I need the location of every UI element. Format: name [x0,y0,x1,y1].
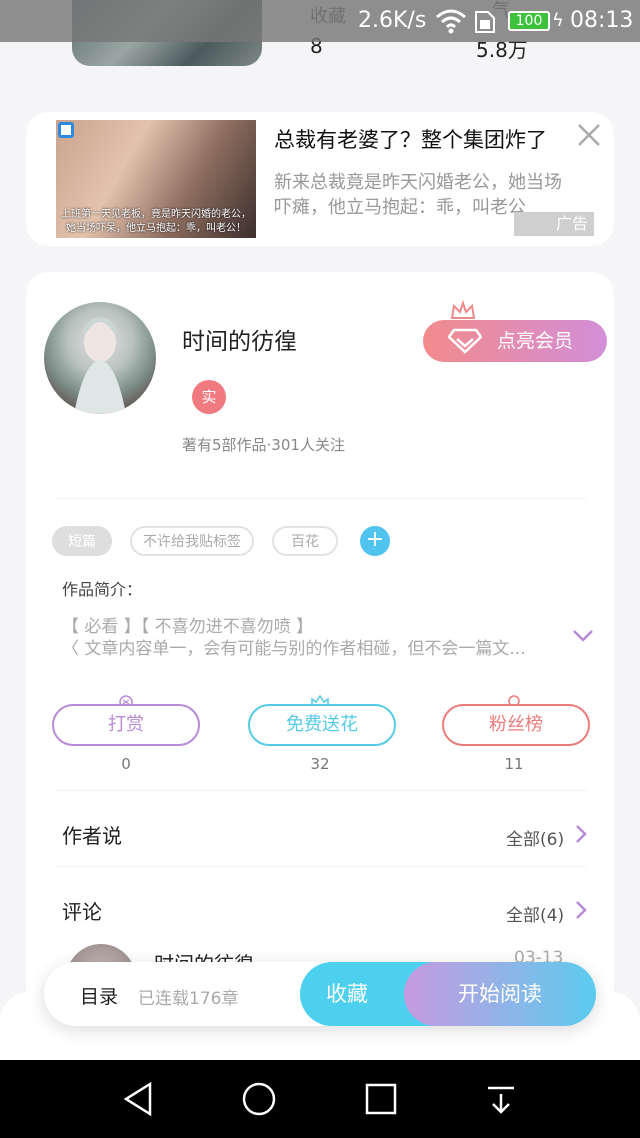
ad-source-icon [58,122,74,138]
verified-badge: 实 [192,380,226,414]
bottom-action-bar: 目录 已连载176章 收藏 开始阅读 [44,962,596,1026]
tag-no-labels[interactable]: 不许给我贴标签 [130,526,254,556]
crown-icon [450,300,476,319]
author-avatar[interactable] [44,302,156,414]
clock: 08:13 [570,8,634,33]
intro-label: 作品简介： [62,580,143,599]
chevron-right-icon[interactable] [574,824,588,844]
add-tag-button[interactable]: + [360,526,390,556]
status-bar: 2.6K/s 100 ϟ 08:13 [0,0,640,42]
ad-image-caption: 上班第一天见老板，竟是昨天闪婚的老公， 她当场吓呆，他立马抱起：乖，叫老公！ [56,208,256,236]
divider [56,790,586,791]
system-navigation-bar [0,1060,640,1138]
back-icon[interactable] [120,1080,158,1118]
ad-image-caption-line1: 上班第一天见老板，竟是昨天闪婚的老公， [61,209,251,220]
fans-rank-label: 粉丝榜 [489,714,543,735]
ad-label: 广告 [514,212,594,236]
vip-button-label: 点亮会员 [497,330,574,352]
author-says-more[interactable]: 全部(6) [506,825,564,850]
sim-card-icon [475,11,495,33]
author-says-title: 作者说 [62,824,122,848]
network-speed: 2.6K/s [358,8,427,33]
wifi-icon [436,9,466,34]
charging-icon: ϟ [552,10,564,31]
toc-button[interactable]: 目录 [80,982,118,1009]
author-name[interactable]: 时间的彷徨 [182,322,297,356]
collect-button-label: 收藏 [326,982,368,1006]
home-icon[interactable] [240,1080,278,1118]
ad-image-caption-line2: 她当场吓呆，他立马抱起：乖，叫老公！ [66,223,246,234]
tag-short-story[interactable]: 短篇 [52,526,112,556]
free-flower-label: 免费送花 [286,714,358,735]
divider [56,866,586,867]
start-reading-button[interactable]: 开始阅读 [404,962,596,1026]
chevron-right-icon[interactable] [574,900,588,920]
chapter-count: 已连载176章 [138,989,239,1009]
diamond-icon [448,328,482,354]
reward-count: 0 [121,755,131,773]
tag-baihua[interactable]: 百花 [272,526,338,556]
fans-rank-button[interactable]: 粉丝榜 [442,704,590,746]
notification-pull-down-icon[interactable] [482,1080,520,1118]
battery-icon: 100 [508,11,550,31]
ad-title[interactable]: 总裁有老婆了？整个集团炸了 [274,124,547,154]
reward-label: 打赏 [108,714,144,735]
author-stats: 著有5部作品·301人关注 [182,436,345,454]
fans-count: 11 [504,755,524,773]
chevron-down-icon[interactable] [572,628,594,644]
ad-image[interactable]: 上班第一天见老板，竟是昨天闪婚的老公， 她当场吓呆，他立马抱起：乖，叫老公！ [56,120,256,238]
flower-count: 32 [310,755,330,773]
ad-card[interactable]: 上班第一天见老板，竟是昨天闪婚的老公， 她当场吓呆，他立马抱起：乖，叫老公！ 总… [26,112,614,246]
divider [56,498,586,499]
comments-more[interactable]: 全部(4) [506,901,564,926]
free-flower-button[interactable]: 免费送花 [248,704,396,746]
comments-title: 评论 [62,900,102,924]
reward-button[interactable]: 打赏 [52,704,200,746]
avatar-illustration [74,317,126,414]
recents-icon[interactable] [362,1080,400,1118]
close-icon[interactable] [574,120,604,150]
intro-line-2[interactable]: 〈 文章内容单一，会有可能与别的作者相碰，但不会一篇文... [62,634,526,659]
start-reading-label: 开始阅读 [458,982,542,1006]
author-info-card: 时间的彷徨 实 著有5部作品·301人关注 点亮会员 短篇 不许给我贴标签 百花… [26,272,614,1032]
